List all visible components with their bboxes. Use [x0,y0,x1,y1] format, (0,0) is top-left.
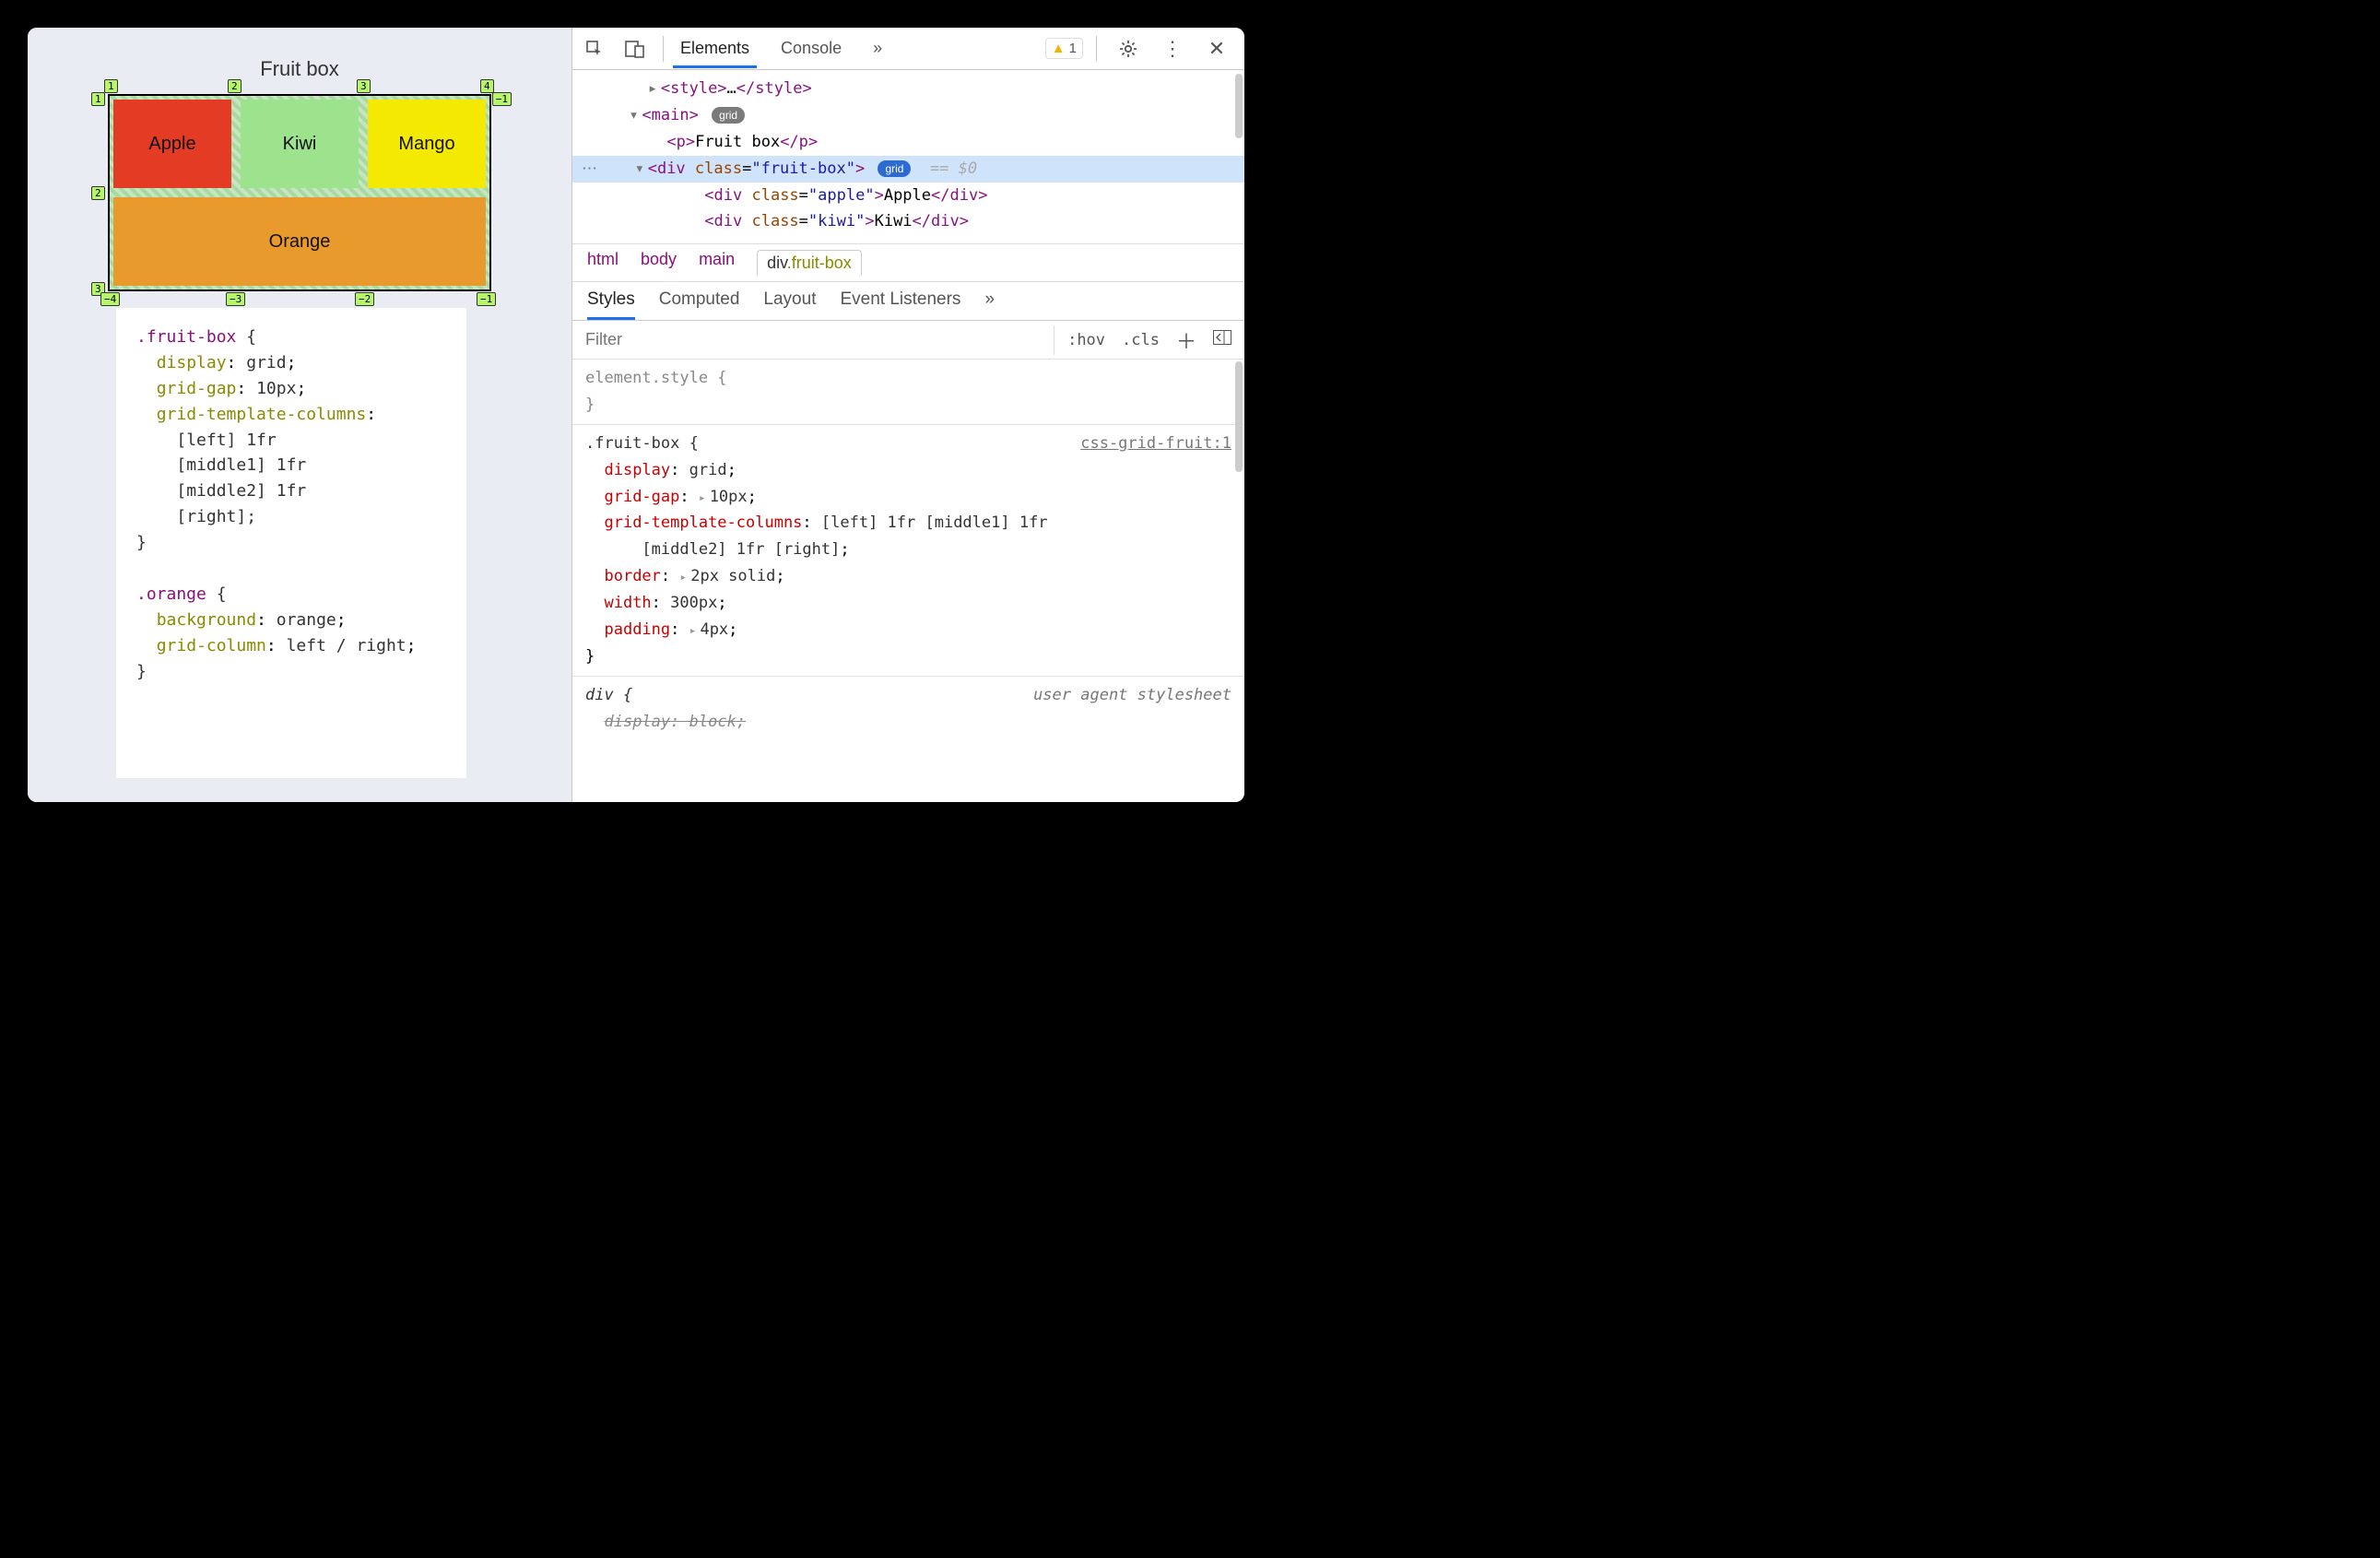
dom-row-actions-icon[interactable]: ⋯ [572,156,607,183]
css-declaration[interactable]: grid-gap: 10px; [585,484,1231,511]
grid-col-label: −2 [355,292,374,306]
kebab-icon[interactable]: ⋮ [1154,30,1191,67]
fruit-box-grid: Apple Kiwi Mango Orange [108,94,491,291]
css-declaration[interactable]: border: 2px solid; [585,563,1231,590]
rule-selector: div { [585,686,632,704]
crumb-active[interactable]: div.fruit-box [757,250,862,276]
rule-source-link[interactable]: css-grid-fruit:1 [1080,431,1231,457]
crumb-html[interactable]: html [587,250,619,276]
page-preview: Fruit box Apple Kiwi Mango Orange 1 2 3 … [28,28,571,802]
grid-overlay: Apple Kiwi Mango Orange 1 2 3 4 1 2 3 −1… [108,94,491,291]
styles-filter-row: :hov .cls ＋ [572,321,1244,360]
tab-console[interactable]: Console [773,30,849,68]
cell-kiwi: Kiwi [241,100,359,188]
rule-selector[interactable]: .fruit-box { [585,434,699,453]
subtab-events[interactable]: Event Listeners [840,289,960,320]
new-rule-icon[interactable]: ＋ [1176,325,1196,355]
grid-col-label: 3 [357,79,371,93]
grid-col-label: −4 [100,292,120,306]
breadcrumb: html body main div.fruit-box [572,243,1244,282]
warning-count: 1 [1069,41,1077,56]
devtools-toolbar: Elements Console » ▲ 1 ⋮ ✕ [572,28,1244,70]
devtools-panel: Elements Console » ▲ 1 ⋮ ✕ ▸<style>…</s [571,28,1244,802]
subtab-computed[interactable]: Computed [659,289,740,320]
grid-row-label: −1 [492,92,512,106]
element-style-header[interactable]: element.style { [585,369,727,387]
cell-apple: Apple [113,100,231,188]
grid-col-label: 4 [480,79,494,93]
grid-row-label: 2 [91,186,105,200]
css-declaration[interactable]: display: grid; [585,457,1231,484]
grid-col-label: 1 [104,79,118,93]
scrollbar[interactable] [1235,361,1243,472]
hov-toggle[interactable]: :hov [1067,331,1105,349]
code-example: .fruit-box { display: grid; grid-gap: 10… [116,308,466,778]
close-icon[interactable]: ✕ [1198,30,1235,67]
subtab-styles[interactable]: Styles [587,289,635,320]
grid-row-label: 1 [91,92,105,106]
cell-mango: Mango [368,100,486,188]
devtools-tabs: Elements Console » [673,30,890,68]
tabs-overflow-icon[interactable]: » [866,30,890,68]
dom-selected-row[interactable]: ⋯ ▾<div class="fruit-box"> grid == $0 [572,156,1244,183]
crumb-main[interactable]: main [699,250,735,276]
dom-tree[interactable]: ▸<style>…</style> ▾<main> grid <p>Fruit … [572,70,1244,243]
css-declaration[interactable]: width: 300px; [585,590,1231,617]
styles-pane[interactable]: element.style { } css-grid-fruit:1 .frui… [572,360,1244,802]
subtab-layout[interactable]: Layout [763,289,816,320]
filter-input[interactable] [572,321,1054,359]
grid-col-label: 2 [228,79,242,93]
grid-col-label: −1 [477,292,496,306]
css-declaration[interactable]: grid-template-columns: [left] 1fr [middl… [585,510,1231,563]
styles-subtabs: Styles Computed Layout Event Listeners » [572,282,1244,321]
subtabs-overflow-icon[interactable]: » [984,289,995,320]
cell-orange: Orange [113,197,486,286]
crumb-body[interactable]: body [641,250,677,276]
warnings-badge[interactable]: ▲ 1 [1045,38,1083,59]
ua-label: user agent stylesheet [1033,682,1231,709]
inspect-icon[interactable] [576,30,613,67]
scrollbar[interactable] [1235,74,1243,138]
devtools-window: Fruit box Apple Kiwi Mango Orange 1 2 3 … [28,28,1244,802]
grid-row-label: 3 [91,282,105,296]
cls-toggle[interactable]: .cls [1122,331,1160,349]
warning-icon: ▲ [1052,41,1066,56]
code-selector: .orange [136,584,206,604]
tab-elements[interactable]: Elements [673,30,757,68]
gear-icon[interactable] [1110,30,1147,67]
grid-badge[interactable]: grid [878,160,911,177]
css-declaration[interactable]: padding: 4px; [585,617,1231,643]
page-title: Fruit box [260,57,339,81]
grid-col-label: −3 [226,292,245,306]
code-selector: .fruit-box [136,327,236,347]
device-toggle-icon[interactable] [617,30,654,67]
toggle-sidebar-icon[interactable] [1213,330,1231,349]
grid-badge[interactable]: grid [712,107,745,124]
